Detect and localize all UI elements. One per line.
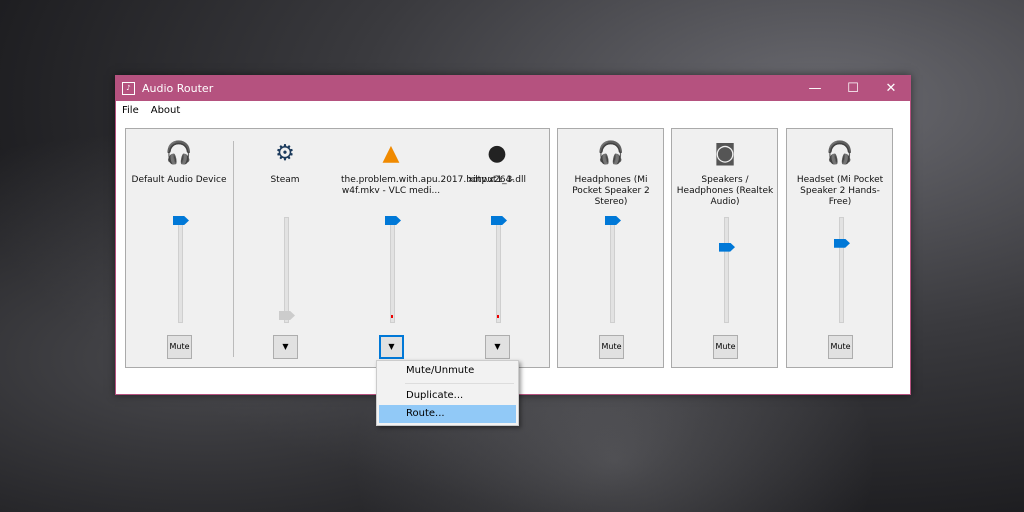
volume-slider-track[interactable]	[724, 217, 729, 323]
options-dropdown-button[interactable]: ▼	[485, 335, 510, 359]
volume-slider-thumb[interactable]	[605, 216, 621, 225]
context-menu: Mute/Unmute Duplicate... Route...	[376, 360, 519, 426]
channel-strip: ▲ the.problem.with.apu.2017.hdtv.x264-w4…	[341, 129, 515, 369]
peak-meter	[391, 315, 393, 318]
channel-name: xinput1_3.dll	[467, 175, 526, 185]
menu-bar: File About	[116, 101, 910, 119]
headphones-icon: 🎧	[165, 140, 193, 166]
volume-slider-track[interactable]	[839, 217, 844, 323]
channel-name: Default Audio Device	[131, 175, 227, 185]
volume-slider-track[interactable]	[610, 217, 615, 323]
menu-item-duplicate[interactable]: Duplicate...	[379, 387, 516, 405]
volume-slider-thumb[interactable]	[719, 242, 735, 252]
channel-name: Headphones (Mi Pocket Speaker 2 Stereo)	[572, 175, 650, 207]
menu-item-route[interactable]: Route...	[379, 405, 516, 423]
channel-strip: ● xinput1_3.dll ▼	[447, 129, 547, 369]
menu-separator	[405, 383, 514, 384]
default-device-panel: 🎧 Default Audio Device Mute ⚙ Steam ▼ ▲ th…	[125, 128, 550, 368]
device-panel: ◙ Speakers / Headphones (Realtek Audio) …	[671, 128, 778, 368]
mute-button[interactable]: Mute	[828, 335, 853, 359]
peak-meter	[497, 315, 499, 318]
volume-slider-track[interactable]	[496, 217, 501, 323]
close-button[interactable]: ✕	[872, 81, 910, 96]
volume-slider-track[interactable]	[284, 217, 289, 323]
channel-strip: 🎧 Headset (Mi Pocket Speaker 2 Hands-Fre…	[790, 129, 890, 369]
channel-strip: ⚙ Steam ▼	[235, 129, 335, 369]
volume-slider-thumb[interactable]	[385, 216, 401, 225]
menu-item-mute-unmute[interactable]: Mute/Unmute	[379, 362, 516, 380]
channel-strip: ◙ Speakers / Headphones (Realtek Audio) …	[675, 129, 775, 369]
mute-button[interactable]: Mute	[599, 335, 624, 359]
window-title: Audio Router	[142, 82, 214, 95]
maximize-button[interactable]: ☐	[834, 81, 872, 96]
menu-file[interactable]: File	[116, 105, 145, 116]
headphones-icon: 🎧	[597, 140, 625, 166]
channel-name: Headset (Mi Pocket Speaker 2 Hands-Free)	[796, 175, 884, 207]
volume-slider-thumb[interactable]	[279, 311, 295, 320]
mixer-area: 🎧 Default Audio Device Mute ⚙ Steam ▼ ▲ th…	[116, 119, 910, 370]
speaker-icon: ◙	[714, 140, 736, 166]
title-bar[interactable]: ♪ Audio Router — ☐ ✕	[116, 76, 910, 101]
channel-strip: 🎧 Default Audio Device Mute	[129, 129, 229, 369]
volume-slider-thumb[interactable]	[491, 216, 507, 225]
channel-name: the.problem.with.apu.2017.hdtv.x264-w4f.…	[341, 175, 515, 196]
volume-slider-thumb[interactable]	[834, 238, 850, 248]
menu-about[interactable]: About	[145, 105, 187, 116]
divider	[233, 141, 234, 357]
steam-icon: ⚙	[275, 140, 295, 166]
volume-slider-track[interactable]	[390, 217, 395, 323]
vlc-cone-icon: ▲	[382, 140, 400, 166]
minimize-button[interactable]: —	[796, 81, 834, 96]
device-panel: 🎧 Headphones (Mi Pocket Speaker 2 Stereo…	[557, 128, 664, 368]
channel-name: Steam	[270, 175, 300, 185]
mute-button[interactable]: Mute	[713, 335, 738, 359]
channel-name: Speakers / Headphones (Realtek Audio)	[676, 175, 774, 207]
options-dropdown-button[interactable]: ▼	[379, 335, 404, 359]
volume-slider-track[interactable]	[178, 217, 183, 323]
channel-strip: 🎧 Headphones (Mi Pocket Speaker 2 Stereo…	[561, 129, 661, 369]
app-thumbnail-icon: ●	[487, 140, 507, 166]
app-icon: ♪	[122, 82, 135, 95]
volume-slider-thumb[interactable]	[173, 216, 189, 225]
device-panel: 🎧 Headset (Mi Pocket Speaker 2 Hands-Fre…	[786, 128, 893, 368]
mute-button[interactable]: Mute	[167, 335, 192, 359]
options-dropdown-button[interactable]: ▼	[273, 335, 298, 359]
headset-icon: 🎧	[826, 140, 854, 166]
audio-router-window: ♪ Audio Router — ☐ ✕ File About 🎧 Defaul…	[115, 75, 911, 395]
